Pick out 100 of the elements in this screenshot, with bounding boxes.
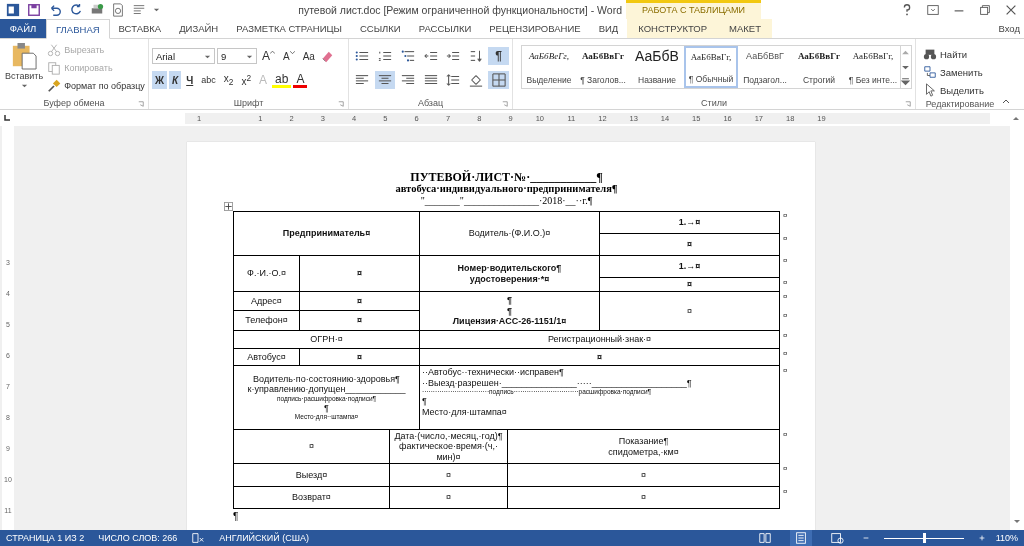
proofing-icon[interactable]: [191, 531, 206, 545]
window-title: путевой лист.doc [Режим ограниченной функциональности] - Word: [297, 3, 623, 16]
ribbon-tab[interactable]: МАКЕТ: [718, 19, 772, 38]
zoom-out-icon[interactable]: [861, 534, 870, 542]
clipboard-icon: [11, 42, 38, 70]
ribbon-tab[interactable]: ВИД: [589, 19, 628, 38]
redo-icon[interactable]: [69, 2, 83, 17]
editing-action[interactable]: Найти: [919, 46, 1001, 62]
ribbon-tab[interactable]: КОНСТРУКТОР: [627, 19, 719, 38]
ribbon-tab[interactable]: ВСТАВКА: [109, 19, 171, 38]
table-cell: Выезд¤: [233, 464, 390, 487]
text-effect-button[interactable]: ab: [272, 72, 292, 88]
ribbon-tab[interactable]: ФАЙЛ: [0, 19, 46, 38]
show-marks-button[interactable]: ¶: [488, 47, 510, 65]
table-cell: ¶ ¶ Лицензия·АСС-26-1151/1¤: [420, 292, 600, 331]
editing-action[interactable]: Выделить: [919, 82, 1001, 98]
table-cell: ¤: [420, 349, 780, 366]
style-item[interactable]: АаБбВвГг, ¶ Обычный: [684, 46, 738, 88]
table-cell: ¤: [300, 292, 420, 311]
ribbon-tab[interactable]: РАССЫЛКИ: [409, 19, 481, 38]
page-layout-icon: [793, 531, 808, 545]
ribbon-display-icon[interactable]: [926, 2, 940, 17]
book-icon: [757, 531, 772, 545]
table-cell: ¤: [508, 487, 780, 509]
table-cell: Автобус¤: [233, 349, 300, 366]
font-style-button[interactable]: abc: [198, 71, 219, 89]
font-size-field[interactable]: 9: [217, 48, 257, 64]
ribbon-tab[interactable]: ГЛАВНАЯ: [46, 19, 110, 39]
font-style-button[interactable]: x$_{2}$: [220, 71, 237, 89]
print-preview-icon[interactable]: [111, 2, 125, 17]
zoom-slider-thumb[interactable]: [922, 532, 926, 543]
clipboard-action[interactable]: Формат по образцу: [47, 78, 145, 94]
table-cell: Показание¶ спидометра,·км¤: [508, 430, 780, 464]
brush-icon: [47, 79, 62, 93]
restore-icon[interactable]: [978, 2, 992, 17]
paragraph-mark: ¶: [233, 511, 239, 522]
table-cell: Номер·водительского¶ удостоверения·*¤: [420, 256, 600, 292]
view-mode-button[interactable]: [789, 530, 812, 546]
table-cell: ¤: [390, 487, 508, 509]
table-cell: ¤: [300, 256, 420, 292]
font-style-button[interactable]: К: [169, 71, 182, 89]
dropdown-arrow-icon[interactable]: [153, 6, 160, 13]
printer-icon[interactable]: [90, 2, 104, 17]
table-cell: ¤: [233, 430, 390, 464]
table-cell: Возврат¤: [233, 487, 390, 509]
language-indicator[interactable]: АНГЛИЙСКИЙ (США): [219, 533, 309, 543]
sort-icon: [468, 49, 483, 63]
decrease-indent-icon: [423, 49, 438, 63]
page-count[interactable]: СТРАНИЦА 1 ИЗ 2: [6, 533, 85, 543]
table-cell: ¤: [390, 464, 508, 487]
row-end-mark: ¤: [782, 292, 789, 303]
ribbon-tab[interactable]: РЕЦЕНЗИРОВАНИЕ: [480, 19, 590, 38]
row-end-mark: ¤: [782, 349, 789, 360]
table-cell: ОГРН·¤: [233, 331, 420, 349]
grow-font-button[interactable]: A: [259, 47, 278, 65]
word-count[interactable]: ЧИСЛО СЛОВ: 266: [98, 533, 178, 543]
tab-stop-icon[interactable]: [2, 113, 12, 123]
font-name-field[interactable]: Arial: [152, 48, 215, 64]
table-move-handle-icon[interactable]: [224, 202, 233, 211]
sign-in-link[interactable]: Вход: [998, 23, 1024, 34]
caret-down-icon: [289, 50, 295, 54]
text-effect-button[interactable]: A: [293, 72, 308, 88]
binoculars-icon: [923, 47, 937, 61]
font-style-button[interactable]: x$^{2}$: [238, 71, 255, 89]
replace-icon: [923, 65, 937, 79]
web-layout-icon: [829, 531, 844, 545]
table-cell: ¤: [600, 292, 780, 331]
change-case-button[interactable]: Aa: [299, 47, 318, 65]
ribbon-tab[interactable]: ДИЗАЙН: [170, 19, 228, 38]
row-end-mark: ¤: [782, 278, 789, 289]
collapse-ribbon-icon[interactable]: [1002, 97, 1010, 105]
group-label: Стили: [701, 97, 727, 108]
line-spacing-icon: [446, 73, 461, 87]
caret-icon: [20, 82, 28, 89]
editing-action[interactable]: Заменить: [919, 64, 1001, 80]
row-end-mark: ¤: [782, 464, 789, 475]
row-end-mark: ¤: [782, 234, 789, 245]
ribbon-tab[interactable]: ССЫЛКИ: [350, 19, 410, 38]
zoom-level[interactable]: 110%: [995, 533, 1018, 543]
row-end-mark: ¤: [782, 430, 789, 441]
paragraph-button[interactable]: [374, 71, 396, 89]
shading-icon: [468, 73, 483, 87]
save-icon[interactable]: [27, 2, 41, 17]
zoom-in-icon[interactable]: [977, 534, 986, 542]
table-cell: Телефон¤: [233, 311, 300, 331]
undo-icon[interactable]: [48, 2, 62, 17]
shrink-font-button[interactable]: A: [280, 47, 298, 65]
cursor-icon: [923, 83, 937, 97]
contextual-tab-group: РАБОТА С ТАБЛИЦАМИ: [626, 0, 761, 19]
paste-button[interactable]: Вставить: [3, 42, 46, 96]
increase-indent-icon: [446, 49, 461, 63]
ribbon-tab[interactable]: РАЗМЕТКА СТРАНИЦЫ: [227, 19, 351, 38]
table-cell: ¤: [300, 349, 420, 366]
copy-icon: [47, 61, 62, 75]
caret-up-icon: [270, 50, 275, 54]
row-end-mark: ¤: [782, 366, 789, 377]
font-style-button[interactable]: Ж: [152, 71, 168, 89]
group-label: Абзац: [417, 97, 444, 108]
font-style-button[interactable]: Ч: [183, 71, 197, 89]
paragraph-button[interactable]: [488, 71, 510, 89]
